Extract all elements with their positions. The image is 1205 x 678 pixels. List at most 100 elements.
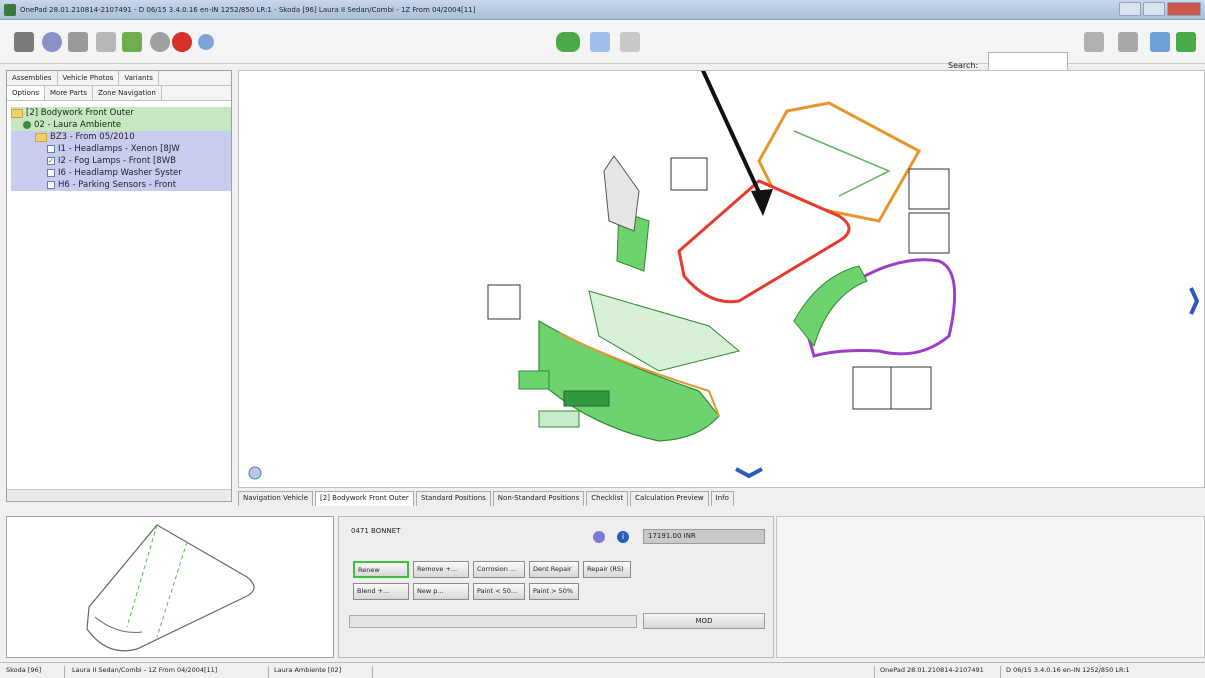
tree-item-label: BZ3 - From 05/2010 (50, 132, 135, 142)
tree-item-label: I2 - Fog Lamps - Front [8WB (58, 156, 176, 166)
status-bar: Skoda [96] Laura II Sedan/Combi - 1Z Fro… (0, 662, 1205, 678)
status-model: Laura II Sedan/Combi - 1Z From 04/2004[1… (72, 666, 218, 674)
tab-info[interactable]: Info (710, 491, 734, 506)
forward-arrow-icon[interactable] (1118, 32, 1138, 52)
info-icon[interactable]: i (617, 531, 629, 543)
reference-box[interactable] (852, 366, 894, 410)
window-title: OnePad 28.01.210814-2107491 - D 06/15 3.… (20, 5, 476, 14)
model-icon (23, 121, 31, 129)
checkbox[interactable] (47, 181, 55, 189)
comment-field[interactable] (349, 615, 637, 628)
tree-item-parking-sensors[interactable]: H6 - Parking Sensors - Front (11, 179, 231, 191)
dent-repair-button[interactable]: Dent Repair (529, 561, 579, 578)
license-plate-part[interactable] (538, 410, 580, 428)
washer-pump-part[interactable] (603, 155, 640, 232)
tree-item-label: 02 - Laura Ambiente (34, 120, 122, 130)
tab-assemblies[interactable]: Assemblies (7, 71, 58, 85)
blend-button[interactable]: Blend +... (353, 583, 409, 600)
tab-options[interactable]: Options (7, 86, 46, 100)
checkbox[interactable] (47, 145, 55, 153)
bonnet-preview-image (86, 524, 255, 652)
app-icon (4, 3, 16, 16)
tab-more-parts[interactable]: More Parts (45, 86, 94, 100)
tab-zone-navigation[interactable]: Zone Navigation (93, 86, 162, 100)
view-tabs: Navigation Vehicle [2] Bodywork Front Ou… (238, 491, 736, 506)
info-icon[interactable] (198, 34, 214, 50)
folder-icon (11, 108, 23, 118)
clipboard-icon[interactable] (96, 32, 116, 52)
paint-under-50-button[interactable]: Paint < 50... (473, 583, 525, 600)
left-panel: Assemblies Vehicle Photos Variants Optio… (6, 70, 232, 502)
pencil-icon[interactable] (122, 32, 142, 52)
tab-bodywork-front-outer[interactable]: [2] Bodywork Front Outer (315, 491, 414, 506)
renew-button[interactable]: Renew (353, 561, 409, 578)
globe-icon[interactable] (593, 531, 605, 543)
close-button[interactable] (1167, 2, 1201, 16)
detail-empty-area (776, 516, 1205, 658)
tools-icon[interactable] (68, 32, 88, 52)
tree-item-headlamp-washer[interactable]: I6 - Headlamp Washer Syster (11, 167, 231, 179)
back-arrow-icon[interactable] (1084, 32, 1104, 52)
info-icon[interactable] (248, 466, 262, 480)
part-name: 0471 BONNET (351, 527, 401, 535)
exit-icon[interactable] (1176, 32, 1196, 52)
new-paint-button[interactable]: New p... (413, 583, 469, 600)
tree-item-model[interactable]: 02 - Laura Ambiente (11, 119, 231, 131)
price-field: 17191.00 INR (643, 529, 765, 544)
tree-item-label: [2] Bodywork Front Outer (26, 108, 134, 118)
reference-box[interactable] (670, 157, 708, 191)
stop-icon[interactable] (14, 32, 34, 52)
tab-non-standard-positions[interactable]: Non-Standard Positions (492, 491, 585, 506)
tree-item-bodywork[interactable]: [2] Bodywork Front Outer (11, 107, 231, 119)
part-detail-panel: 0471 BONNET i 17191.00 INR Renew Remove … (338, 516, 774, 658)
horizontal-scrollbar[interactable] (7, 489, 231, 501)
reference-box[interactable] (908, 212, 950, 254)
checkbox-checked[interactable]: ✓ (47, 157, 55, 165)
checkbox[interactable] (47, 169, 55, 177)
next-arrow-icon[interactable] (1189, 287, 1200, 315)
status-make: Skoda [96] (6, 666, 42, 674)
globe-icon[interactable] (42, 32, 62, 52)
tab-checklist[interactable]: Checklist (586, 491, 629, 506)
grid-icon[interactable] (620, 32, 640, 52)
mod-button[interactable]: MOD (643, 613, 765, 629)
corrosion-button[interactable]: Corrosion ... (473, 561, 525, 578)
tab-calculation-preview[interactable]: Calculation Preview (630, 491, 709, 506)
window-icon[interactable] (1150, 32, 1170, 52)
reference-box[interactable] (908, 168, 950, 210)
left-tabs-row2: Options More Parts Zone Navigation (7, 86, 231, 101)
tab-standard-positions[interactable]: Standard Positions (415, 491, 491, 506)
remove-button[interactable]: Remove +... (413, 561, 469, 578)
part-preview (6, 516, 334, 658)
tree-item-label: I1 - Headlamps - Xenon [8JW (58, 144, 180, 154)
status-version: OnePad 28.01.210814-2107491 (880, 666, 984, 674)
fog-lamp-part[interactable] (518, 370, 550, 390)
options-tree: [2] Bodywork Front Outer 02 - Laura Ambi… (11, 107, 231, 191)
grille-part[interactable] (563, 390, 610, 407)
folder-icon (35, 132, 47, 142)
eye-icon[interactable] (150, 32, 170, 52)
car-icon[interactable] (556, 32, 580, 52)
tab-variants[interactable]: Variants (119, 71, 159, 85)
left-tabs-row1: Assemblies Vehicle Photos Variants (7, 71, 231, 86)
tree-item-bz3[interactable]: BZ3 - From 05/2010 (11, 131, 231, 143)
document-icon[interactable] (590, 32, 610, 52)
tab-navigation-vehicle[interactable]: Navigation Vehicle (238, 491, 314, 506)
maximize-button[interactable] (1143, 2, 1165, 16)
paint-over-50-button[interactable]: Paint > 50% (529, 583, 579, 600)
search-label: Search: (948, 61, 979, 70)
status-variant: Laura Ambiente [02] (274, 666, 342, 674)
main-toolbar: Search: (0, 20, 1205, 78)
tree-item-headlamps[interactable]: I1 - Headlamps - Xenon [8JW (11, 143, 231, 155)
tool-red-icon[interactable] (172, 32, 192, 52)
title-bar: OnePad 28.01.210814-2107491 - D 06/15 3.… (0, 0, 1205, 20)
tree-item-label: I6 - Headlamp Washer Syster (58, 168, 182, 178)
tree-item-fog-lamps[interactable]: ✓ I2 - Fog Lamps - Front [8WB (11, 155, 231, 167)
tab-vehicle-photos[interactable]: Vehicle Photos (58, 71, 120, 85)
scroll-down-chevron-icon[interactable] (735, 467, 763, 479)
repair-rs-button[interactable]: Repair (RS) (583, 561, 631, 578)
reference-box[interactable] (890, 366, 932, 410)
parts-diagram-canvas[interactable] (238, 0, 1205, 488)
minimize-button[interactable] (1119, 2, 1141, 16)
reference-box[interactable] (487, 284, 521, 320)
